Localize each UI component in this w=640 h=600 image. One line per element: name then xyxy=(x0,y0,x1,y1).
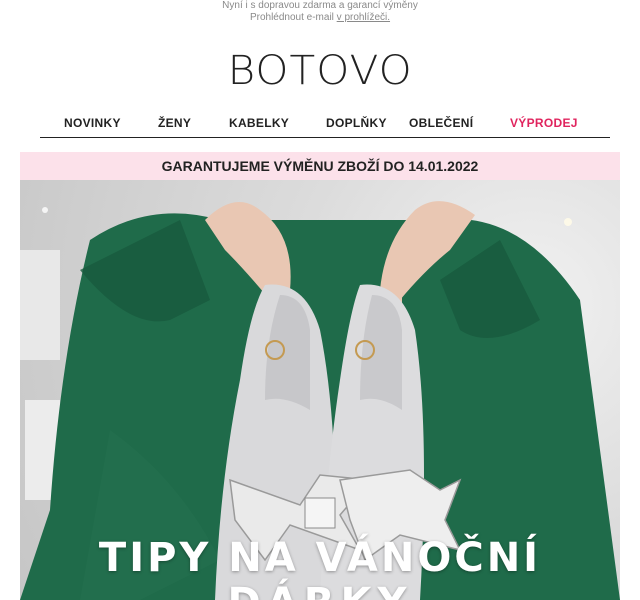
bow-center xyxy=(304,497,336,529)
nav-item-kabelky[interactable]: KABELKY xyxy=(229,116,289,130)
preheader-line1: Nyní i s dopravou zdarma a garancí výměn… xyxy=(222,0,418,11)
logo-text: BOTOVO xyxy=(227,48,413,94)
view-in-browser-link[interactable]: v prohlížeči. xyxy=(337,12,390,23)
preheader-view-text: Prohlédnout e-mail xyxy=(249,12,337,23)
nav-item-obleceni[interactable]: OBLEČENÍ xyxy=(409,116,473,130)
wall-frame-left xyxy=(20,250,60,360)
hero-image[interactable]: TIPY NA VÁNOČNÍ DÁRKY xyxy=(20,180,620,600)
exchange-guarantee-banner[interactable]: GARANTUJEME VÝMĚNU ZBOŽÍ DO 14.01.2022 xyxy=(20,152,620,180)
nav-item-novinky[interactable]: NOVINKY xyxy=(64,116,121,130)
botovo-logo[interactable]: BOTOVO xyxy=(0,48,640,94)
nav-item-zeny[interactable]: ŽENY xyxy=(158,116,191,130)
hero-title-line2: DÁRKY xyxy=(20,580,620,600)
preheader-line2: Prohlédnout e-mail v prohlížeči. xyxy=(0,12,640,24)
light-bokeh-1 xyxy=(564,218,572,226)
nav-item-vyprodej[interactable]: VÝPRODEJ xyxy=(510,116,578,130)
preheader: Nyní i s dopravou zdarma a garancí výměn… xyxy=(0,0,640,24)
hero-title-line1: TIPY NA VÁNOČNÍ xyxy=(98,535,542,581)
light-bokeh-4 xyxy=(42,207,48,213)
banner-text: GARANTUJEME VÝMĚNU ZBOŽÍ DO 14.01.2022 xyxy=(161,158,479,174)
nav-item-doplnky[interactable]: DOPLŇKY xyxy=(326,116,387,130)
main-nav: NOVINKY ŽENY KABELKY DOPLŇKY OBLEČENÍ VÝ… xyxy=(40,110,610,138)
